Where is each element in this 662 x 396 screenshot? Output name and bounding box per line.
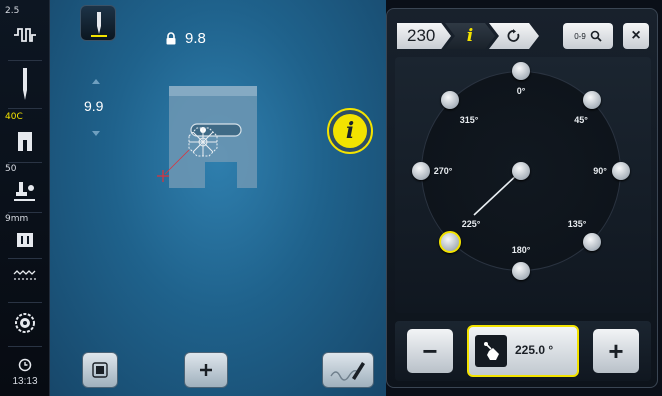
close-icon: × — [631, 27, 641, 44]
panel-tabs: 230 i 0-9 × — [387, 9, 659, 55]
sidebar-divider — [8, 60, 42, 61]
tab-info-label: i — [466, 26, 474, 46]
zoom-button[interactable]: 0-9 — [563, 23, 613, 49]
stitch-width-item[interactable]: 2.5 — [0, 6, 50, 58]
angle-controls: − 225.0 ° + — [395, 321, 651, 381]
needle-icon — [0, 68, 50, 102]
angle-knob-45[interactable] — [583, 91, 601, 109]
sidebar-divider — [8, 212, 42, 213]
needle-stop-button[interactable] — [80, 5, 116, 41]
angle-knob-0[interactable] — [512, 62, 530, 80]
angle-label-225: 225° — [461, 219, 481, 229]
angle-dial-area: 0° 45° 90° 135° 180° 225° 270° 315° — [395, 57, 651, 313]
zigzag-thread-icon — [0, 270, 50, 282]
close-button[interactable]: × — [623, 23, 649, 49]
angle-knob-90[interactable] — [612, 162, 630, 180]
bobbin-thread-item[interactable] — [0, 260, 50, 300]
square-icon — [92, 362, 108, 378]
stitch-plate-item[interactable]: 9mm — [0, 214, 50, 258]
sidebar-divider — [8, 258, 42, 259]
pattern-view-button[interactable] — [82, 352, 118, 388]
needle-position-value: 9.9 — [84, 98, 104, 114]
presser-foot-icon — [0, 130, 50, 152]
foot-pressure-value: 50 — [5, 164, 17, 174]
sidebar-divider — [8, 346, 42, 347]
angle-value-field[interactable]: 225.0 ° — [467, 325, 579, 377]
angle-knob-180[interactable] — [512, 262, 530, 280]
stitch-width-value: 2.5 — [5, 6, 20, 16]
decrease-arrow-icon[interactable] — [92, 131, 100, 136]
angle-value: 225.0 ° — [515, 343, 554, 357]
clock-time: 13:13 — [12, 376, 38, 387]
zoom-label: 0-9 — [574, 31, 586, 41]
foot-pressure-icon — [0, 180, 50, 202]
clock-item[interactable]: 13:13 — [0, 352, 50, 396]
left-sidebar: 2.5 40C 50 9mm 13:13 — [0, 0, 50, 396]
stitch-preview-area: 9.8 9.9 i — [50, 0, 386, 396]
clock-icon — [0, 358, 50, 372]
angle-label-0: 0° — [516, 86, 526, 96]
needle-down-icon — [91, 12, 107, 37]
lock-icon — [166, 32, 176, 45]
stitch-plate-value: 9mm — [5, 214, 29, 224]
angle-label-90: 90° — [593, 166, 607, 176]
tab-reset[interactable] — [489, 23, 539, 49]
stitch-plate-icon — [0, 232, 50, 248]
angle-label-45: 45° — [574, 115, 588, 125]
angle-knob-315[interactable] — [441, 91, 459, 109]
lock-row: 9.8 — [165, 30, 206, 47]
plus-icon — [200, 364, 212, 376]
edit-stitch-button[interactable] — [322, 352, 374, 388]
angle-knob-225-selected[interactable] — [439, 231, 461, 253]
undo-icon — [507, 29, 520, 42]
locked-value: 9.8 — [185, 30, 206, 47]
stitch-edit-icon — [330, 362, 365, 381]
stitch-width-icon — [0, 26, 50, 44]
angle-label-180: 180° — [511, 245, 531, 255]
presser-foot-item[interactable]: 40C — [0, 112, 50, 160]
add-button[interactable] — [184, 352, 228, 388]
sidebar-divider — [8, 108, 42, 109]
presser-foot-value: 40C — [5, 112, 23, 122]
increase-arrow-icon[interactable] — [92, 79, 100, 84]
tab-stitch-number[interactable]: 230 — [397, 23, 451, 49]
bobbin-item[interactable] — [0, 306, 50, 342]
angle-label-270: 270° — [433, 166, 453, 176]
angle-label-135: 135° — [567, 219, 587, 229]
touch-rotate-icon — [475, 335, 507, 367]
plus-icon: + — [608, 335, 624, 366]
tab-stitch-number-label: 230 — [407, 26, 436, 45]
dial-center-knob — [512, 162, 530, 180]
presser-foot-preview — [155, 80, 265, 194]
foot-pressure-item[interactable]: 50 — [0, 164, 50, 210]
angle-label-315: 315° — [459, 115, 479, 125]
angle-panel: 230 i 0-9 × 0° 45° 90° 135° 180° 225° 27… — [386, 8, 658, 388]
bobbin-icon — [0, 312, 50, 334]
angle-knob-135[interactable] — [583, 233, 601, 251]
minus-icon: − — [422, 335, 438, 366]
sidebar-divider — [8, 302, 42, 303]
sidebar-divider — [8, 162, 42, 163]
info-button[interactable]: i — [327, 108, 373, 154]
tab-info[interactable]: i — [445, 23, 495, 49]
angle-knob-270[interactable] — [412, 162, 430, 180]
needle-position-item[interactable] — [0, 62, 50, 106]
info-label: i — [345, 118, 355, 144]
increase-angle-button[interactable]: + — [593, 329, 639, 373]
decrease-angle-button[interactable]: − — [407, 329, 453, 373]
search-icon — [590, 30, 602, 42]
